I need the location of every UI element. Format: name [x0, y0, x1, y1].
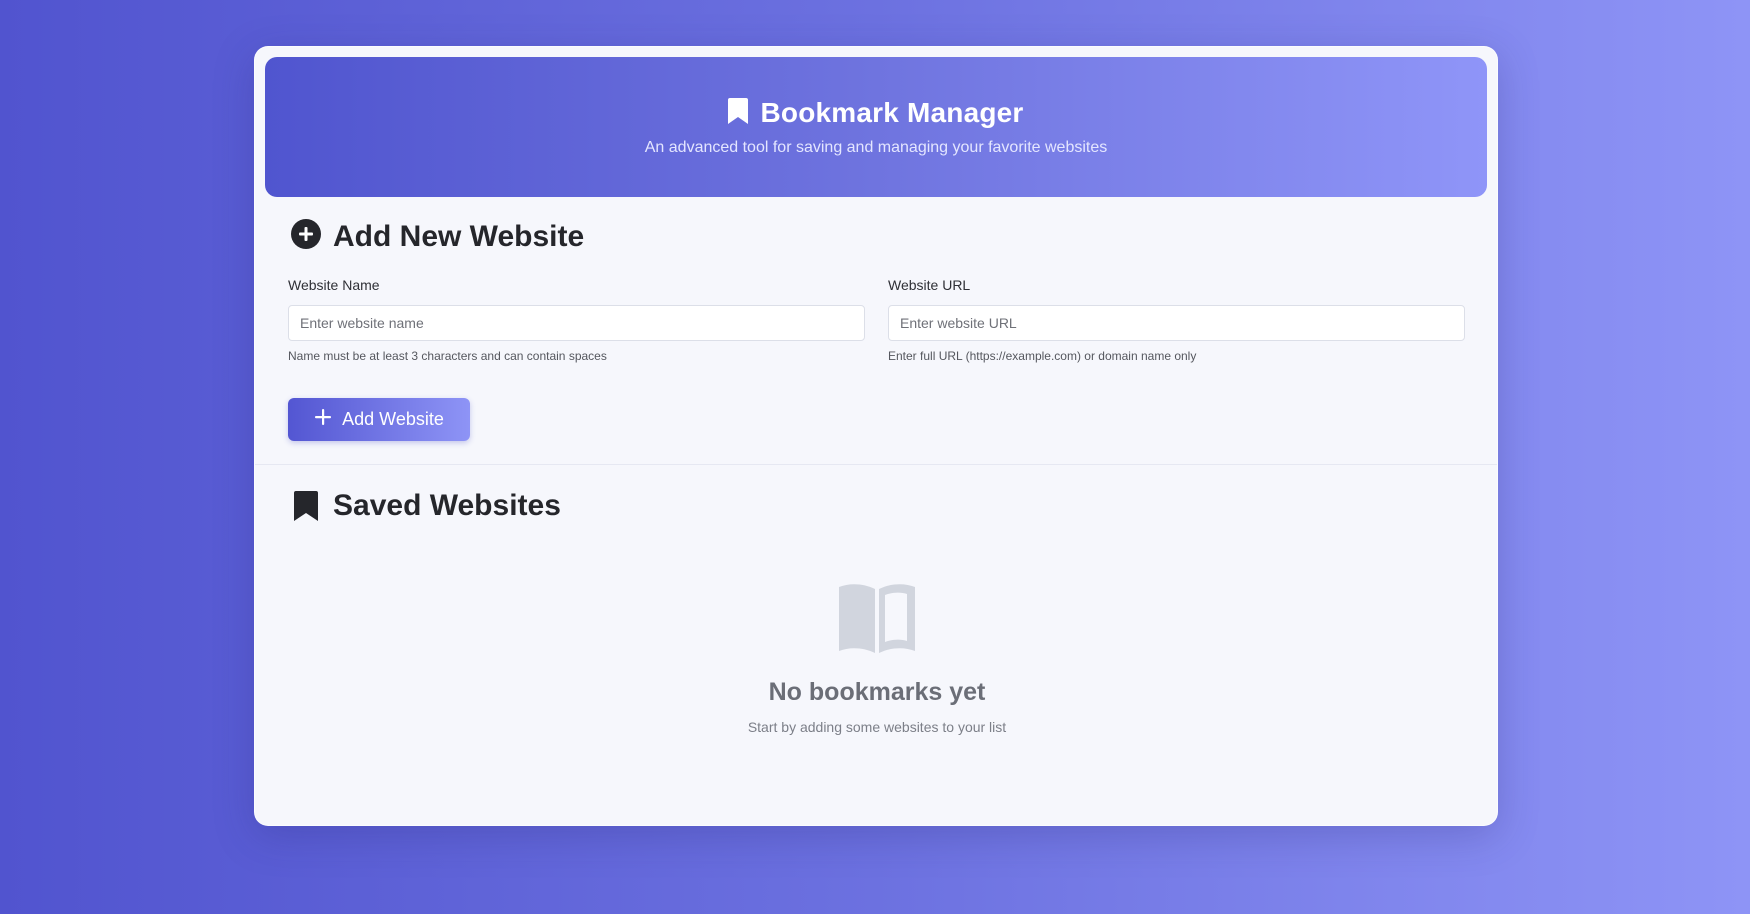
add-website-button-label: Add Website [342, 409, 444, 429]
saved-websites-heading: Saved Websites [291, 489, 561, 523]
bookmark-icon [291, 491, 321, 521]
website-url-hint: Enter full URL (https://example.com) or … [888, 349, 1197, 363]
website-url-field-group: Website URL Enter full URL (https://exam… [888, 277, 1465, 363]
website-name-field-group: Website Name Name must be at least 3 cha… [288, 277, 865, 363]
website-url-label: Website URL [888, 277, 971, 293]
website-url-input[interactable] [888, 305, 1465, 341]
empty-state-title: No bookmarks yet [768, 678, 986, 706]
app-subtitle: An advanced tool for saving and managing… [644, 139, 1108, 156]
open-book-icon [839, 583, 915, 660]
saved-websites-title: Saved Websites [333, 489, 561, 522]
empty-state-subtitle: Start by adding some websites to your li… [747, 719, 1007, 735]
add-website-heading: Add New Website [291, 219, 584, 254]
add-website-button[interactable]: Add Website [288, 398, 470, 441]
website-name-input[interactable] [288, 305, 865, 341]
add-website-title: Add New Website [333, 219, 585, 253]
empty-state: No bookmarks yet Start by adding some we… [255, 583, 1497, 735]
plus-icon [314, 408, 332, 431]
app-title: Bookmark Manager [760, 97, 1024, 128]
website-name-label: Website Name [288, 277, 380, 293]
app-header: Bookmark Manager An advanced tool for sa… [265, 57, 1487, 197]
website-name-hint: Name must be at least 3 characters and c… [288, 349, 607, 363]
bookmark-manager-card: Bookmark Manager An advanced tool for sa… [254, 46, 1498, 826]
bookmark-icon [728, 97, 749, 129]
header-title-row: Bookmark Manager [728, 97, 1023, 129]
plus-circle-icon [291, 219, 321, 254]
